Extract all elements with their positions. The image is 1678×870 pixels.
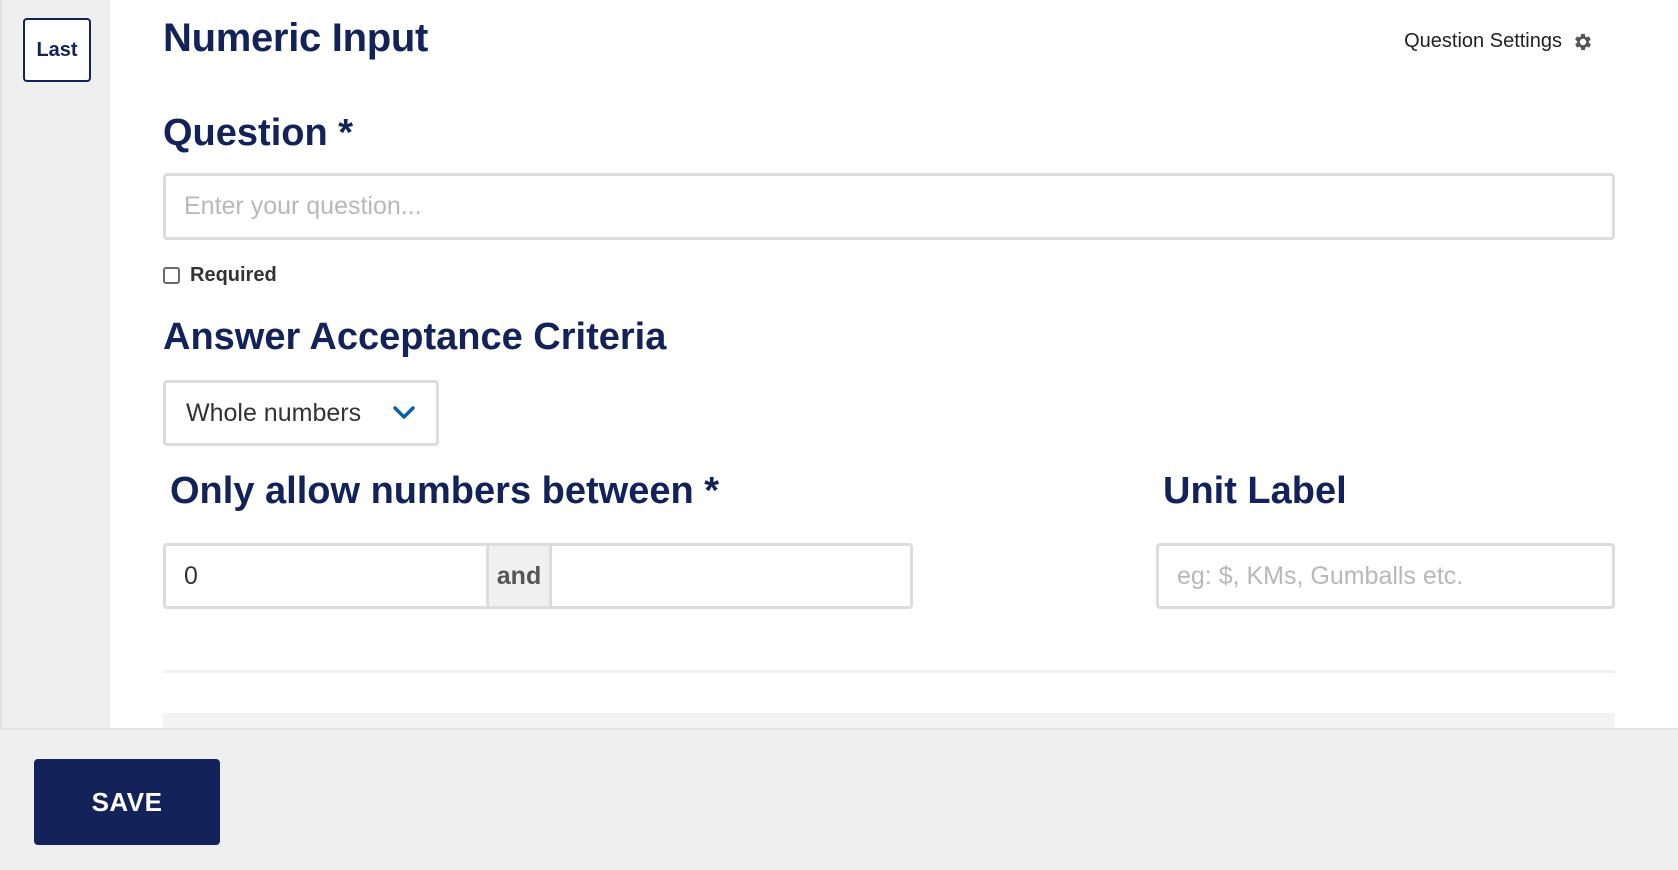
range-and-label: and	[486, 546, 552, 606]
last-button[interactable]: Last	[23, 18, 91, 82]
required-checkbox[interactable]	[163, 267, 180, 284]
divider	[163, 670, 1615, 673]
unit-label-heading: Unit Label	[1163, 470, 1347, 512]
range-input-group: and	[163, 543, 913, 609]
criteria-select[interactable]: Whole numbers	[163, 380, 439, 446]
chevron-down-icon	[393, 406, 415, 419]
sidebar: Last	[0, 0, 110, 728]
save-button[interactable]: SAVE	[34, 759, 220, 845]
next-section-edge	[163, 713, 1615, 728]
page-title: Numeric Input	[163, 16, 429, 60]
required-label: Required	[190, 264, 277, 286]
criteria-heading: Answer Acceptance Criteria	[163, 316, 667, 358]
range-heading: Only allow numbers between *	[170, 470, 720, 512]
criteria-selected-value: Whole numbers	[186, 398, 362, 427]
unit-label-input[interactable]	[1156, 543, 1615, 609]
required-row: Required	[163, 264, 277, 287]
main-panel: Numeric Input Question Settings Question…	[110, 0, 1678, 728]
range-max-input[interactable]	[552, 546, 910, 606]
question-heading: Question *	[163, 112, 354, 154]
question-input[interactable]	[163, 173, 1615, 240]
question-settings-label: Question Settings	[1404, 30, 1562, 52]
footer-bar: SAVE	[0, 728, 1678, 870]
range-min-input[interactable]	[166, 546, 486, 606]
gear-icon	[1575, 33, 1591, 50]
question-settings-link[interactable]: Question Settings	[1404, 30, 1594, 53]
